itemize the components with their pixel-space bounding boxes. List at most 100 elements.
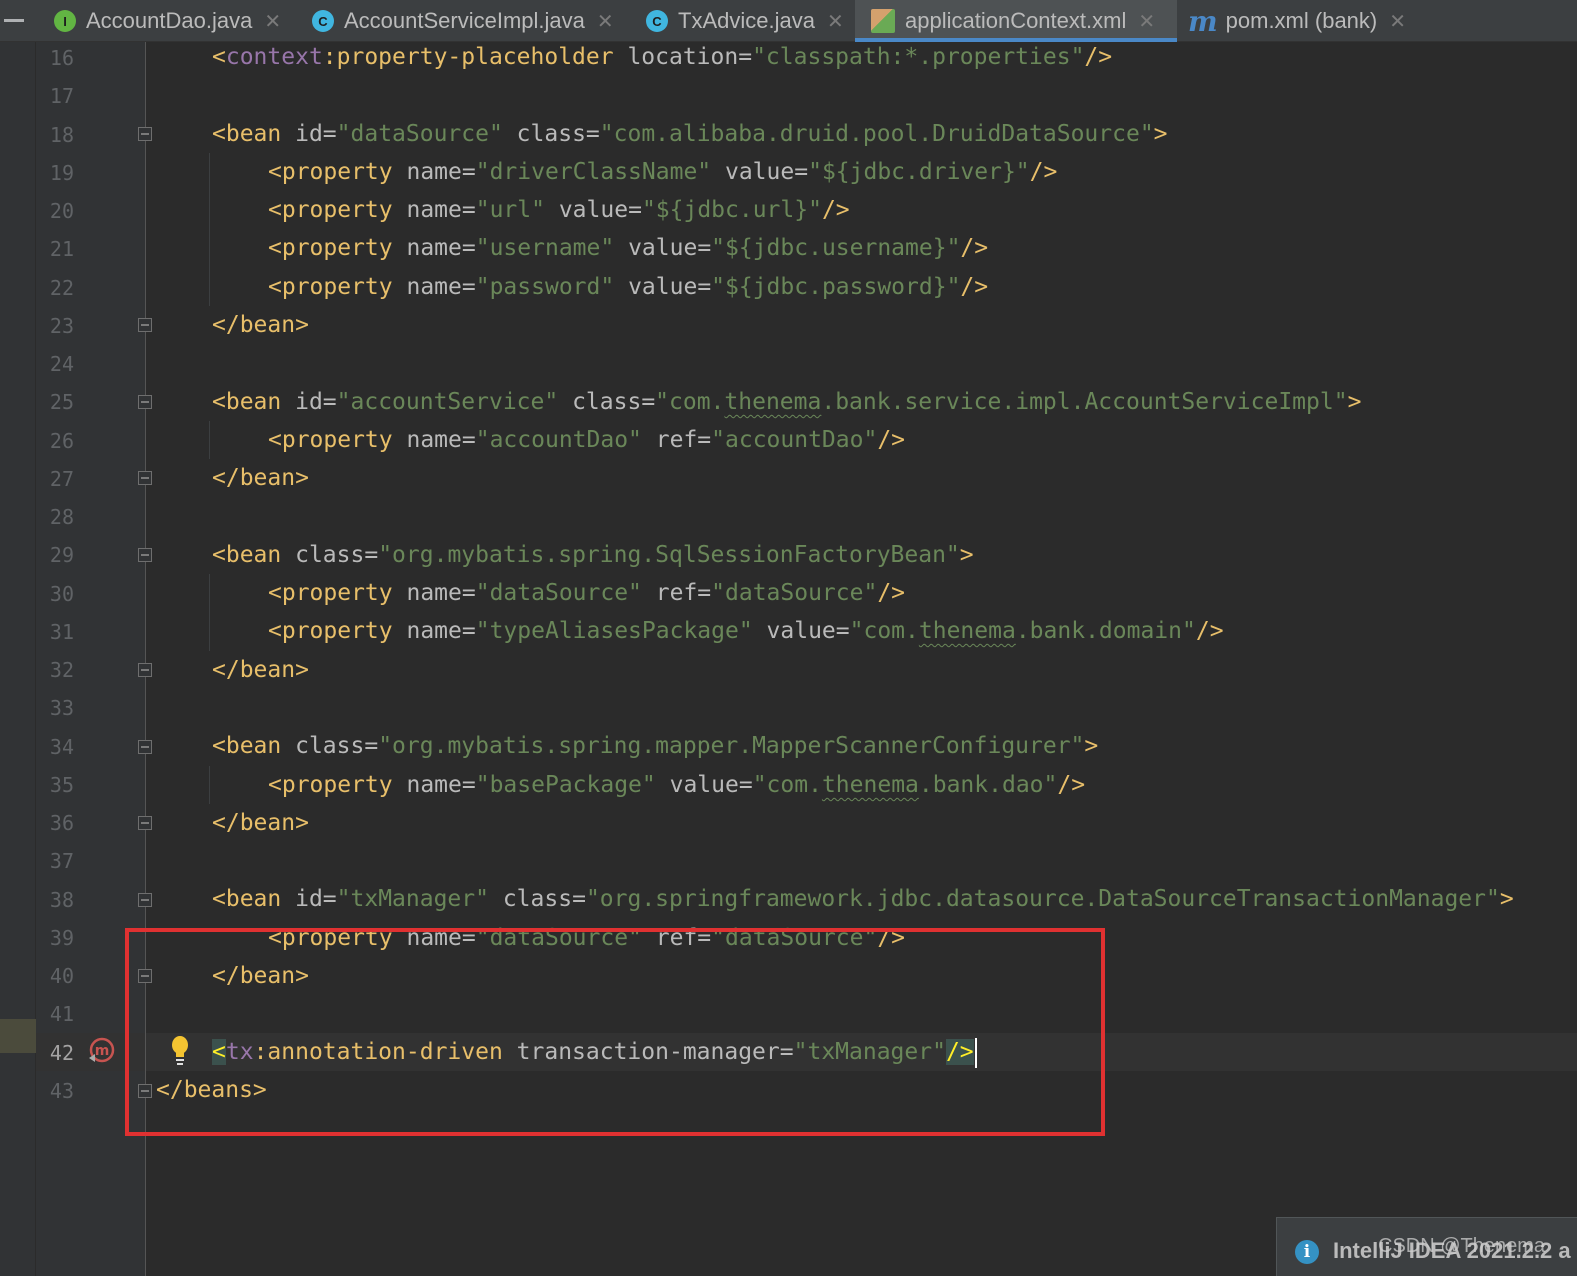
equals-sign: = (572, 886, 586, 912)
code-line-16[interactable]: <context:property-placeholder location="… (212, 38, 1112, 76)
code-line-23[interactable]: </bean> (212, 306, 309, 344)
tag-close: > (1153, 121, 1168, 147)
equals-sign: = (697, 580, 712, 606)
tab-txadvice[interactable]: C TxAdvice.java ✕ (646, 0, 844, 42)
fold-marker-icon[interactable] (138, 318, 152, 332)
equals-sign: = (364, 733, 379, 759)
code-line-39[interactable]: <property name="dataSource" ref="dataSou… (268, 919, 905, 957)
attribute-value: "basePackage" (475, 772, 656, 798)
code-line-40[interactable]: </bean> (212, 957, 309, 995)
attribute-name: ref (641, 427, 698, 453)
line-number: 30 (49, 581, 74, 606)
intention-bulb-icon[interactable] (170, 1035, 190, 1067)
tab-pom-xml[interactable]: m pom.xml (bank) ✕ (1188, 0, 1406, 42)
fold-marker-icon[interactable] (138, 127, 152, 141)
tab-accountserviceimpl[interactable]: C AccountServiceImpl.java ✕ (312, 0, 614, 42)
code-line-35[interactable]: <property name="basePackage" value="com.… (268, 766, 1085, 804)
code-line-19[interactable]: <property name="driverClassName" value="… (268, 153, 1057, 191)
code-line-31[interactable]: <property name="typeAliasesPackage" valu… (268, 612, 1224, 650)
code-line-27[interactable]: </bean> (212, 459, 309, 497)
indent-guide (209, 766, 210, 804)
code-line-32[interactable]: </bean> (212, 651, 309, 689)
attribute-name: value (544, 197, 629, 223)
code-line-29[interactable]: <bean class="org.mybatis.spring.SqlSessi… (212, 536, 974, 574)
attribute-name: value (655, 772, 739, 798)
fold-marker-icon[interactable] (138, 663, 152, 677)
code-line-18[interactable]: <bean id="dataSource" class="com.alibaba… (212, 115, 1168, 153)
close-icon[interactable]: ✕ (597, 9, 614, 34)
current-line-marker (0, 1019, 36, 1053)
fold-marker-icon[interactable] (138, 816, 152, 830)
code-line-34[interactable]: <bean class="org.mybatis.spring.mapper.M… (212, 727, 1098, 765)
closing-tag: </bean> (212, 312, 309, 338)
tab-accountdao[interactable]: I AccountDao.java ✕ (54, 0, 281, 42)
close-icon[interactable]: ✕ (1389, 9, 1406, 34)
tag-close: /> (877, 427, 906, 453)
tag-close: /> (821, 197, 850, 223)
equals-sign: = (461, 580, 476, 606)
close-icon[interactable]: ✕ (264, 9, 281, 34)
fold-marker-icon[interactable] (138, 395, 152, 409)
attribute-value: .bank.service.impl.AccountServiceImpl" (821, 389, 1348, 415)
attribute-value: "accountDao" (711, 427, 878, 453)
tag-name: <property (268, 197, 393, 223)
attribute-name: class (488, 886, 573, 912)
attribute-name: name (392, 197, 462, 223)
tag-name: <bean (212, 733, 282, 759)
close-icon[interactable]: ✕ (1138, 9, 1155, 34)
tag-close: > (1347, 389, 1362, 415)
tag-namespace: tx (225, 1039, 254, 1065)
line-number: 42 (49, 1040, 74, 1065)
fold-marker-icon[interactable] (138, 1084, 152, 1098)
attribute-value: "username" (475, 235, 615, 261)
fold-marker-icon[interactable] (138, 471, 152, 485)
equals-sign: = (628, 197, 642, 223)
attribute-value: "classpath:*.properties" (752, 44, 1085, 70)
code-line-36[interactable]: </bean> (212, 804, 309, 842)
attribute-name: name (392, 159, 462, 185)
equals-sign: = (697, 925, 712, 951)
fold-marker-icon[interactable] (138, 740, 152, 754)
code-line-22[interactable]: <property name="password" value="${jdbc.… (268, 268, 988, 306)
equals-sign: = (461, 159, 476, 185)
code-line-21[interactable]: <property name="username" value="${jdbc.… (268, 229, 988, 267)
line-number: 32 (49, 658, 74, 682)
maven-goal-gutter-icon[interactable]: m (86, 1036, 116, 1066)
closing-tag: </bean> (212, 810, 309, 836)
tab-applicationcontext[interactable]: applicationContext.xml ✕ (855, 0, 1177, 42)
tab-label: TxAdvice.java (678, 8, 815, 33)
close-icon[interactable]: ✕ (827, 9, 844, 34)
attribute-value: "${jdbc.url}" (641, 197, 822, 223)
attribute-name: transaction-manager (502, 1039, 780, 1065)
code-line-26[interactable]: <property name="accountDao" ref="account… (268, 421, 905, 459)
attribute-value: "${jdbc.password}" (711, 274, 961, 300)
code-line-20[interactable]: <property name="url" value="${jdbc.url}"… (268, 191, 850, 229)
code-line-30[interactable]: <property name="dataSource" ref="dataSou… (268, 574, 905, 612)
fold-marker-icon[interactable] (138, 548, 152, 562)
code-line-43[interactable]: </beans> (156, 1071, 267, 1109)
code-line-38[interactable]: <bean id="txManager" class="org.springfr… (212, 880, 1514, 918)
line-number: 40 (49, 964, 74, 988)
attribute-name: class (502, 121, 586, 147)
minimize-icon[interactable] (4, 19, 24, 22)
code-line-42[interactable]: <tx:annotation-driven transaction-manage… (212, 1033, 977, 1071)
attribute-name: value (752, 618, 836, 644)
attribute-name: name (392, 925, 462, 951)
attribute-value: "accountDao" (475, 427, 642, 453)
attribute-name: value (614, 235, 698, 261)
fold-marker-icon[interactable] (138, 893, 152, 907)
class-icon: C (646, 10, 668, 32)
attribute-name: class (281, 733, 365, 759)
attribute-value: "txManager" (793, 1039, 946, 1065)
editor-tab-bar: I AccountDao.java ✕ C AccountServiceImpl… (0, 0, 1577, 42)
equals-sign: = (461, 235, 476, 261)
tag-close: /> (960, 274, 989, 300)
line-number: 29 (49, 543, 74, 568)
equals-sign: = (641, 389, 656, 415)
equals-sign: = (461, 618, 476, 644)
interface-icon: I (54, 10, 76, 32)
tab-label: AccountDao.java (86, 8, 253, 33)
attribute-name: value (614, 274, 698, 300)
fold-marker-icon[interactable] (138, 969, 152, 983)
code-line-25[interactable]: <bean id="accountService" class="com.the… (212, 383, 1361, 421)
